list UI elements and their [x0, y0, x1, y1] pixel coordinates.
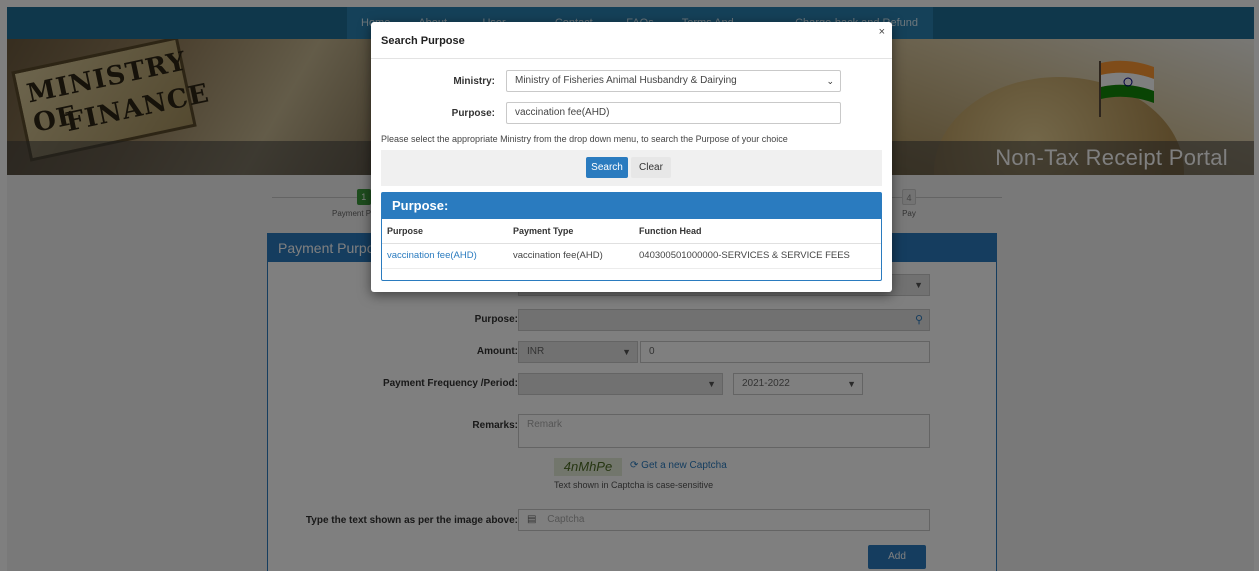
column-header-function-head: Function Head [634, 219, 881, 244]
modal-header-divider [371, 58, 892, 59]
results-panel: Purpose: Purpose Payment Type Function H… [381, 192, 882, 281]
result-purpose-link[interactable]: vaccination fee(AHD) [382, 243, 508, 269]
column-header-payment-type: Payment Type [508, 219, 634, 244]
table-header-row: Purpose Payment Type Function Head [382, 219, 881, 244]
ministry-select[interactable]: Ministry of Fisheries Animal Husbandry &… [506, 70, 841, 92]
search-purpose-modal: Search Purpose × Ministry: Ministry of F… [371, 22, 892, 292]
result-function-head: 040300501000000-SERVICES & SERVICE FEES [634, 243, 881, 269]
purpose-search-input[interactable]: vaccination fee(AHD) [506, 102, 841, 124]
help-text: Please select the appropriate Ministry f… [381, 134, 788, 144]
results-title: Purpose: [382, 193, 881, 219]
search-button[interactable]: Search [586, 157, 628, 178]
clear-button[interactable]: Clear [631, 157, 671, 178]
results-table: Purpose Payment Type Function Head vacci… [382, 219, 881, 269]
close-icon[interactable]: × [879, 26, 885, 38]
modal-title: Search Purpose [381, 35, 465, 47]
purpose-label: Purpose: [451, 108, 495, 119]
chevron-down-icon: ⌄ [826, 76, 834, 86]
result-payment-type: vaccination fee(AHD) [508, 243, 634, 269]
column-header-purpose: Purpose [382, 219, 508, 244]
modal-button-bar: Search Clear [381, 150, 882, 186]
purpose-value: vaccination fee(AHD) [515, 107, 610, 118]
table-row[interactable]: vaccination fee(AHD) vaccination fee(AHD… [382, 243, 881, 269]
ministry-label: Ministry: [453, 76, 495, 87]
ministry-value: Ministry of Fisheries Animal Husbandry &… [515, 75, 737, 86]
